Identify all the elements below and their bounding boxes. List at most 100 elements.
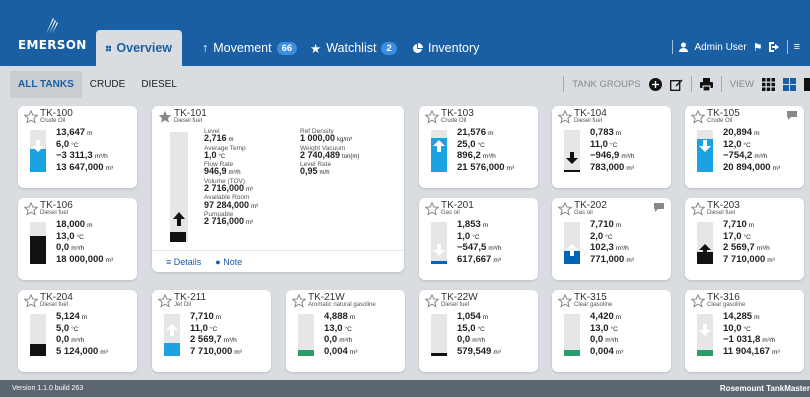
tank-detail-card[interactable]: TK-101 Diesel fuel Level 2,716 m Average … (152, 106, 404, 272)
edit-icon[interactable] (669, 78, 683, 91)
temp-value: 13,0 (56, 230, 75, 242)
comment-icon[interactable] (653, 202, 665, 213)
tab-watchlist[interactable]: ★ Watchlist 2 (300, 30, 407, 66)
tank-level-gauge (298, 314, 314, 356)
star-outline-icon[interactable] (425, 110, 439, 124)
tank-level-gauge (431, 222, 447, 264)
tab-overview[interactable]: Overview (96, 30, 182, 66)
tile-view-icon[interactable] (783, 77, 796, 91)
comment-icon[interactable] (786, 110, 798, 121)
tank-card[interactable]: TK-201 Gas oil 1,853 m 1,0 °C −547,5 m³/h 6… (419, 198, 538, 280)
tank-card[interactable]: TK-104 Diesel fuel 0,783 m 11,0 °C −946,9 m… (552, 106, 671, 188)
temp-value: 10,0 (723, 322, 742, 334)
tank-level-gauge (564, 222, 580, 264)
details-link[interactable]: ≡ Details (166, 257, 201, 267)
tank-card[interactable]: TK-106 Diesel fuel 18,000 m 13,0 °C 0,0 m³/… (18, 198, 137, 280)
arrow-up-icon (173, 212, 185, 226)
tab-inventory[interactable]: Inventory (402, 30, 489, 66)
print-icon[interactable] (699, 77, 713, 91)
tank-card[interactable]: TK-103 Crude Oil 21,576 m 25,0 °C 896,2 m³/… (419, 106, 538, 188)
list-view-icon[interactable] (804, 77, 810, 91)
level-value: 13,647 (56, 127, 86, 138)
tank-card[interactable]: TK-105 Crude Oil 20,894 m 12,0 °C −754,2 m³… (685, 106, 804, 188)
tank-fill (564, 350, 580, 356)
tank-card[interactable]: TK-211 Jet Oil 7,710 m 11,0 °C 2 569,7 m³/h… (152, 290, 271, 372)
volume-value: 783,000 (590, 161, 625, 173)
user-name[interactable]: Admin User (694, 42, 746, 53)
tank-card[interactable]: TK-315 Clear gasoline 4,420 m 13,0 °C 0,0 m… (552, 290, 671, 372)
tank-level-gauge (431, 314, 447, 356)
level-value: 14,285 (723, 311, 753, 322)
volume-value: 13 647,000 (56, 161, 104, 173)
star-outline-icon[interactable] (158, 294, 172, 308)
tank-level-gauge (697, 130, 713, 172)
star-filled-icon[interactable] (158, 110, 172, 124)
star-outline-icon[interactable] (558, 294, 572, 308)
tank-product: Crude Oil (707, 118, 733, 124)
star-outline-icon[interactable] (24, 294, 38, 308)
temp-value: 13,0 (324, 322, 343, 334)
star-outline-icon[interactable] (292, 294, 306, 308)
movement-count-badge: 66 (276, 41, 298, 55)
volume-value: 579,549 (457, 345, 492, 357)
view-label: VIEW (729, 78, 754, 90)
flow-rate-value: 946,9 (204, 166, 227, 177)
tank-product: Diesel fuel (574, 118, 603, 124)
tank-card[interactable]: TK-100 Crude Oil 13,647 m 6,0 °C −3 311,3 m… (18, 106, 137, 188)
filter-crude[interactable]: CRUDE (82, 71, 134, 98)
add-circle-icon[interactable] (648, 77, 662, 91)
flag-icon[interactable]: ⚑ (753, 41, 763, 54)
star-outline-icon[interactable] (24, 202, 38, 216)
menu-icon[interactable]: ≡ (794, 41, 800, 53)
divider (563, 76, 565, 92)
flow-rate-value: −547,5 (457, 242, 487, 253)
flow-rate-value: 0,0 (56, 334, 70, 345)
tank-card[interactable]: TK-204 Diesel fuel 5,124 m 5,0 °C 0,0 m³/h … (18, 290, 137, 372)
tank-card[interactable]: TK-202 Gas oil 7,710 m 2,0 °C 102,3 m³/h 77… (552, 198, 671, 280)
temp-value: 6,0 (56, 138, 70, 150)
star-outline-icon[interactable] (425, 294, 439, 308)
flow-rate-value: 0,0 (56, 242, 70, 253)
tank-product: Diesel fuel (40, 210, 69, 216)
temp-value: 2,0 (590, 230, 604, 242)
flow-rate-value: 2 569,7 (190, 334, 222, 345)
tank-details-col2: Ref Density 1 000,00 kg/m³ Weight Vacuum … (300, 128, 360, 177)
grid-view-icon[interactable] (762, 77, 775, 91)
star-outline-icon[interactable] (558, 110, 572, 124)
volume-value: 5 124,000 (56, 345, 99, 357)
logout-icon[interactable] (768, 42, 781, 52)
tank-values: 5,124 m 5,0 °C 0,0 m³/h 5 124,000 m³ (56, 311, 108, 357)
star-outline-icon[interactable] (24, 110, 38, 124)
level-value: 5,124 (56, 311, 80, 322)
tank-product: Diesel fuel (441, 302, 470, 308)
star-outline-icon[interactable] (691, 294, 705, 308)
tab-movement[interactable]: ↑ Movement 66 (192, 30, 307, 66)
emerson-logo: EMERSON (18, 16, 88, 56)
filter-diesel[interactable]: DIESEL (133, 71, 185, 98)
tank-card[interactable]: TK-22W Diesel fuel 1,054 m 15,0 °C 0,0 m³/h… (419, 290, 538, 372)
toolbar: TANK GROUPS VIEW (563, 70, 810, 98)
grid-icon (106, 45, 112, 51)
tank-card[interactable]: TK-21W Aromatic natural gasoline 4,888 m … (286, 290, 405, 372)
flow-rate-value: 0,0 (457, 334, 471, 345)
star-outline-icon[interactable] (691, 110, 705, 124)
temp-value: 5,0 (56, 322, 70, 334)
tank-card[interactable]: TK-316 Clear gasoline 14,285 m 10,0 °C −1 … (685, 290, 804, 372)
filter-all-tanks[interactable]: ALL TANKS (10, 70, 82, 98)
tank-level-gauge (697, 222, 713, 264)
star-outline-icon[interactable] (425, 202, 439, 216)
tank-fill (164, 343, 180, 356)
arrow-down-icon (32, 140, 44, 152)
tank-fill (170, 232, 186, 242)
note-link[interactable]: ● Note (215, 257, 242, 267)
arrow-down-icon (566, 152, 578, 164)
tank-values: 1,853 m 1,0 °C −547,5 m³/h 617,667 m³ (457, 219, 502, 265)
tank-values: 7,710 m 2,0 °C 102,3 m³/h 771,000 m³ (590, 219, 634, 265)
temp-value: 13,0 (590, 322, 609, 334)
watchlist-count-badge: 2 (381, 41, 397, 55)
star-outline-icon[interactable] (691, 202, 705, 216)
star-icon: ★ (310, 41, 322, 56)
star-outline-icon[interactable] (558, 202, 572, 216)
tank-card[interactable]: TK-203 Diesel fuel 7,710 m 17,0 °C 2 569,7… (685, 198, 804, 280)
tank-fill (298, 350, 314, 356)
